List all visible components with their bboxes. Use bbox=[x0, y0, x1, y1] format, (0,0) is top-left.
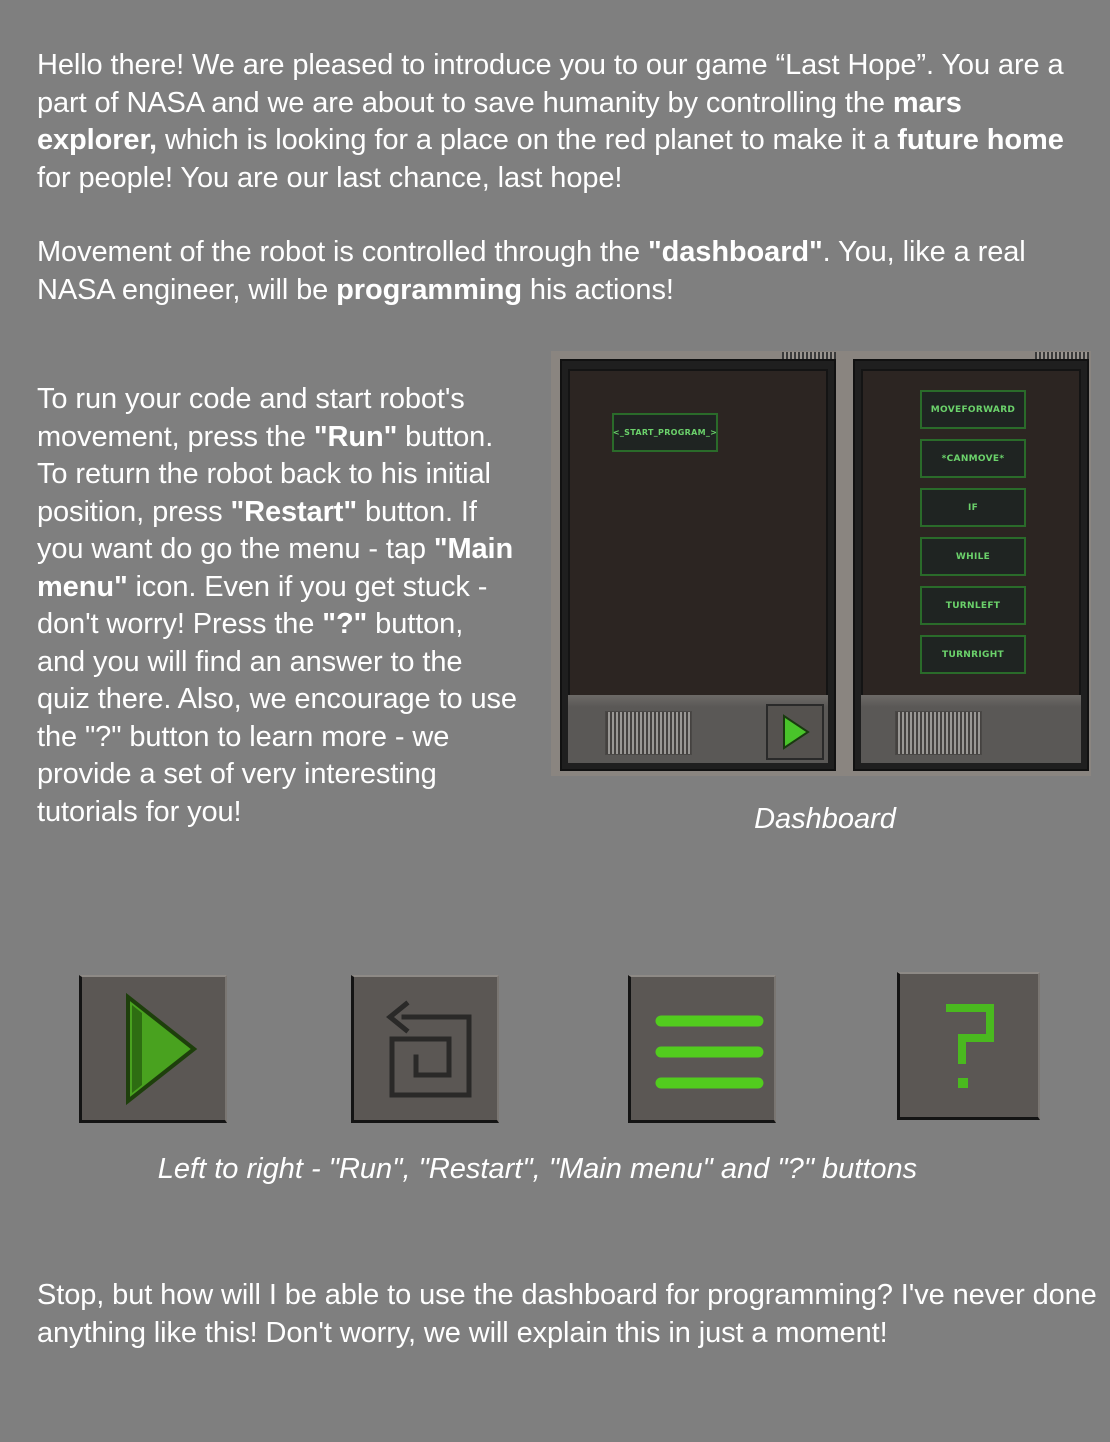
block-menu-vent bbox=[895, 711, 982, 755]
intro-text: which is looking for a place on the red … bbox=[157, 124, 898, 156]
controls-bold-restart: "Restart" bbox=[230, 495, 357, 528]
controls-bold-question: "?" bbox=[322, 608, 368, 640]
menu-icon bbox=[655, 1015, 764, 1089]
block-menu-top-vent bbox=[1035, 352, 1089, 359]
dashboard-run-button[interactable] bbox=[766, 704, 824, 760]
intro-paragraph: Hello there! We are pleased to introduce… bbox=[37, 47, 1087, 197]
turnleft-block[interactable]: TURNLEFT bbox=[920, 586, 1026, 625]
buttons-caption: Left to right - "Run", "Restart", "Main … bbox=[157, 1153, 918, 1185]
intro-text: for people! You are our last chance, las… bbox=[37, 161, 623, 194]
block-menu-base bbox=[861, 695, 1081, 763]
dashboard-image: <_START_PROGRAM_> MOVEFORWARD *CANMOVE* … bbox=[551, 351, 1091, 776]
movement-bold-dashboard: "dashboard" bbox=[648, 236, 823, 268]
movement-paragraph: Movement of the robot is controlled thro… bbox=[37, 234, 1087, 309]
dashboard-caption: Dashboard bbox=[754, 803, 896, 835]
block-menu-area: MOVEFORWARD *CANMOVE* IF WHILE TURNLEFT … bbox=[861, 369, 1081, 705]
while-block[interactable]: WHILE bbox=[920, 537, 1026, 576]
intro-bold-future-home: future home bbox=[897, 124, 1064, 156]
play-icon bbox=[126, 992, 198, 1106]
canmove-block[interactable]: *CANMOVE* bbox=[920, 439, 1026, 478]
controls-paragraph: To run your code and start robot's movem… bbox=[37, 381, 517, 831]
start-program-block[interactable]: <_START_PROGRAM_> bbox=[612, 413, 718, 452]
moveforward-block[interactable]: MOVEFORWARD bbox=[920, 390, 1026, 429]
movement-text: Movement of the robot is controlled thro… bbox=[37, 236, 648, 268]
if-block[interactable]: IF bbox=[920, 488, 1026, 527]
controls-text: button, and you will find an answer to t… bbox=[37, 608, 517, 828]
play-icon bbox=[783, 714, 810, 750]
program-panel-vent bbox=[605, 711, 692, 755]
movement-bold-programming: programming bbox=[336, 273, 522, 306]
main-menu-button[interactable] bbox=[628, 975, 776, 1123]
turnright-block[interactable]: TURNRIGHT bbox=[920, 635, 1026, 674]
restart-icon bbox=[386, 1000, 472, 1098]
movement-text: his actions! bbox=[521, 273, 674, 306]
question-icon bbox=[946, 1004, 994, 1088]
program-panel-top-vent bbox=[782, 352, 836, 359]
run-button[interactable] bbox=[79, 975, 227, 1123]
block-menu-panel: MOVEFORWARD *CANMOVE* IF WHILE TURNLEFT … bbox=[853, 352, 1089, 771]
outro-paragraph: Stop, but how will I be able to use the … bbox=[37, 1279, 1097, 1349]
program-area: <_START_PROGRAM_> bbox=[568, 369, 828, 705]
restart-button[interactable] bbox=[351, 975, 499, 1123]
program-panel: <_START_PROGRAM_> bbox=[560, 352, 836, 771]
controls-bold-run: "Run" bbox=[313, 420, 398, 453]
help-button[interactable] bbox=[897, 972, 1040, 1120]
